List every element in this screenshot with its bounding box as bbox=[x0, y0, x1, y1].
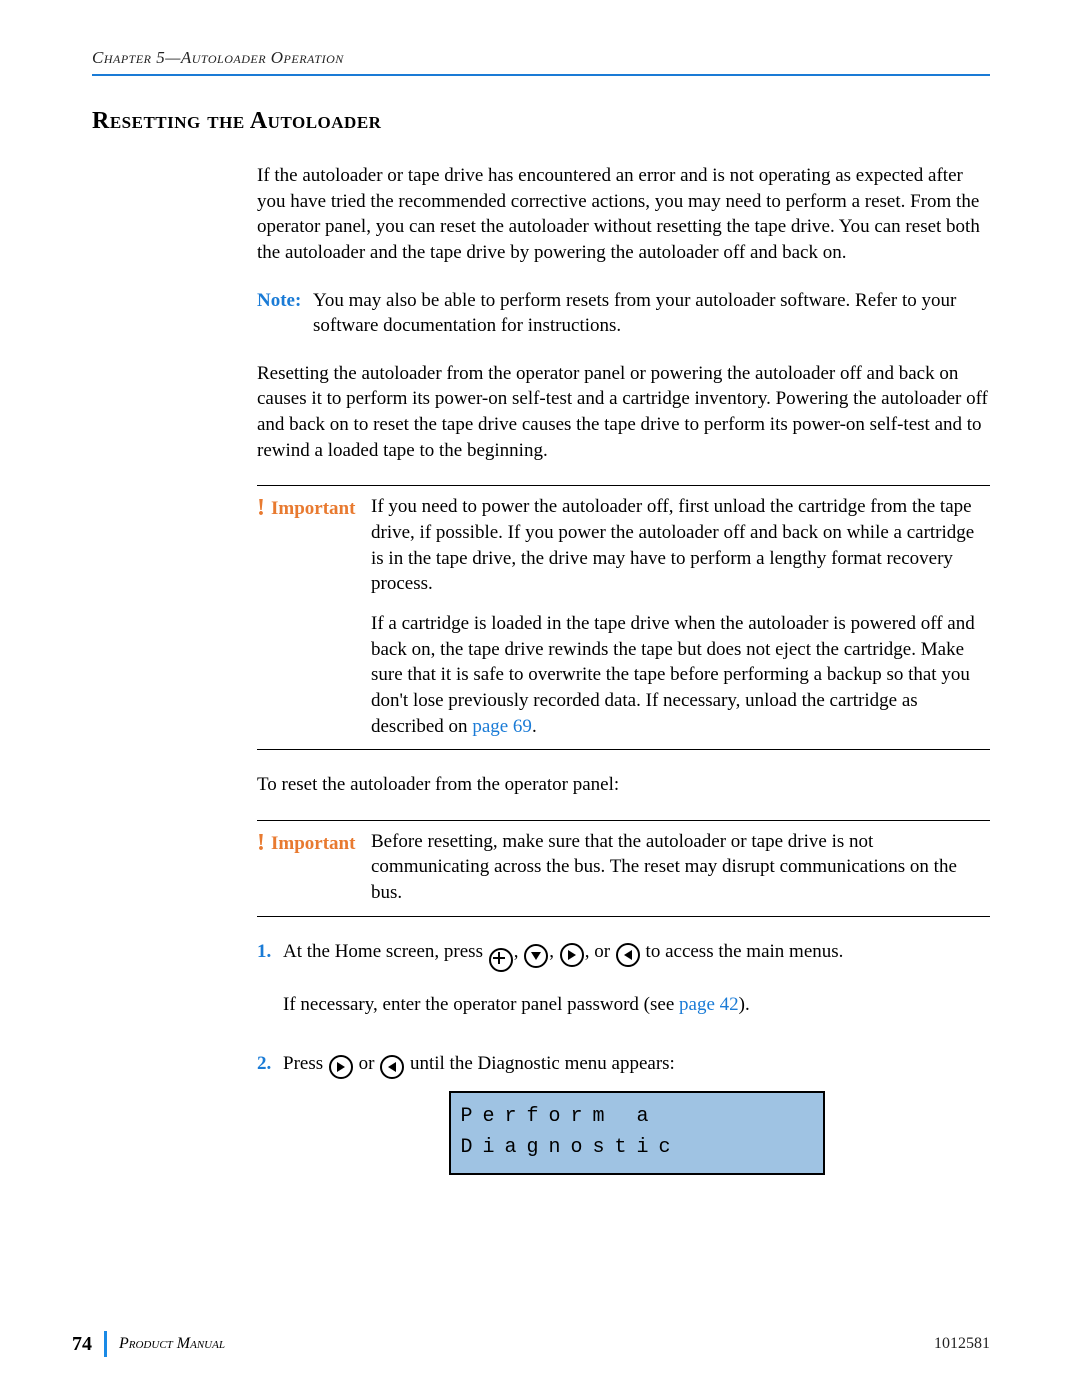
paragraph-selftest: Resetting the autoloader from the operat… bbox=[257, 361, 990, 464]
step1-comma2: , bbox=[549, 941, 559, 962]
note-text: You may also be able to perform resets f… bbox=[313, 288, 990, 339]
important-label-2: ! Important bbox=[257, 829, 371, 906]
footer-title: Product Manual bbox=[119, 1335, 225, 1353]
important-word-2: Important bbox=[271, 831, 355, 857]
footer-divider bbox=[104, 1331, 107, 1357]
important1-p1: If you need to power the autoloader off,… bbox=[371, 494, 990, 597]
page-footer: 74 Product Manual 1012581 bbox=[0, 1331, 1080, 1363]
right-arrow-icon bbox=[560, 943, 584, 967]
important1-p2: If a cartridge is loaded in the tape dri… bbox=[371, 611, 990, 739]
left-arrow-icon bbox=[380, 1055, 404, 1079]
lcd-line-1: Perform a bbox=[461, 1105, 659, 1128]
paragraph-to-reset: To reset the autoloader from the operato… bbox=[257, 772, 990, 798]
page: Chapter 5—Autoloader Operation Resetting… bbox=[0, 0, 1080, 1397]
important-body-2: Before resetting, make sure that the aut… bbox=[371, 829, 990, 906]
step2-tail: until the Diagnostic menu appears: bbox=[405, 1053, 675, 1074]
step-number-1: 1. bbox=[257, 939, 283, 1038]
step1-pwd-a: If necessary, enter the operator panel p… bbox=[283, 994, 679, 1015]
left-arrow-icon bbox=[616, 943, 640, 967]
step-number-2: 2. bbox=[257, 1051, 283, 1175]
right-arrow-icon bbox=[329, 1055, 353, 1079]
step1-comma1: , bbox=[514, 941, 524, 962]
intro-paragraph: If the autoloader or tape drive has enco… bbox=[257, 163, 990, 266]
important-callout-2: ! Important Before resetting, make sure … bbox=[257, 820, 990, 917]
lcd-display-wrap: Perform a Diagnostic bbox=[283, 1091, 990, 1175]
note-block: Note: You may also be able to perform re… bbox=[257, 288, 990, 339]
exclamation-icon: ! bbox=[257, 831, 265, 855]
xref-page-42[interactable]: page 42 bbox=[679, 994, 739, 1015]
step1-pwd-b: ). bbox=[739, 994, 750, 1015]
page-number: 74 bbox=[72, 1333, 92, 1356]
step1-text-a: At the Home screen, press bbox=[283, 941, 488, 962]
important-callout-1: ! Important If you need to power the aut… bbox=[257, 485, 990, 750]
running-header: Chapter 5—Autoloader Operation bbox=[92, 48, 990, 74]
header-rule bbox=[92, 74, 990, 76]
step-list: 1. At the Home screen, press , , , or to… bbox=[257, 939, 990, 1176]
exclamation-icon: ! bbox=[257, 496, 265, 520]
lcd-line-2: Diagnostic bbox=[461, 1136, 681, 1159]
section-title: Resetting the Autoloader bbox=[92, 108, 990, 135]
important-label-1: ! Important bbox=[257, 494, 371, 739]
step2-text-a: Press bbox=[283, 1053, 328, 1074]
note-label: Note: bbox=[257, 288, 313, 339]
important-body-1: If you need to power the autoloader off,… bbox=[371, 494, 990, 739]
publication-id: 1012581 bbox=[934, 1335, 990, 1353]
important2-text: Before resetting, make sure that the aut… bbox=[371, 829, 990, 906]
step2-or: or bbox=[354, 1053, 379, 1074]
step1-or: , or bbox=[585, 941, 615, 962]
step-1: 1. At the Home screen, press , , , or to… bbox=[257, 939, 990, 1038]
step-2-body: Press or until the Diagnostic menu appea… bbox=[283, 1051, 990, 1175]
body-column: If the autoloader or tape drive has enco… bbox=[257, 163, 990, 917]
step1-tail: to access the main menus. bbox=[641, 941, 844, 962]
step-2: 2. Press or until the Diagnostic menu ap… bbox=[257, 1051, 990, 1175]
important-word-1: Important bbox=[271, 496, 355, 522]
step-1-body: At the Home screen, press , , , or to ac… bbox=[283, 939, 990, 1038]
lcd-display: Perform a Diagnostic bbox=[449, 1091, 825, 1175]
important1-p2b: . bbox=[532, 716, 537, 737]
important1-p2a: If a cartridge is loaded in the tape dri… bbox=[371, 613, 975, 737]
xref-page-69[interactable]: page 69 bbox=[472, 716, 532, 737]
plus-nav-icon bbox=[489, 948, 513, 972]
down-arrow-icon bbox=[524, 944, 548, 968]
